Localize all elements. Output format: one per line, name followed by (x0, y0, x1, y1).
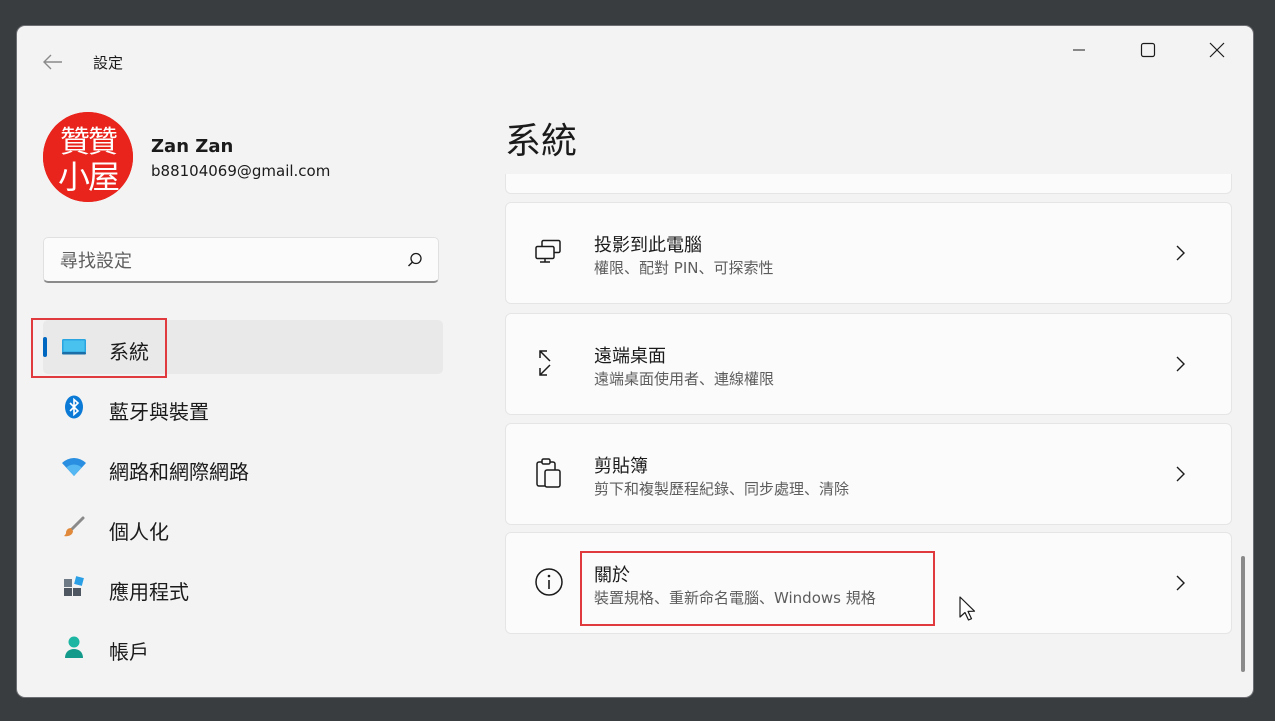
app-title: 設定 (93, 54, 124, 72)
mouse-cursor-icon (959, 596, 976, 621)
previous-card-edge (505, 174, 1232, 194)
sidebar-item-network[interactable]: 網路和網際網路 (43, 440, 443, 494)
user-name: Zan Zan (151, 136, 234, 157)
svg-text:贊贊: 贊贊 (60, 125, 117, 160)
card-remote-desktop[interactable]: 遠端桌面 遠端桌面使用者、連線權限 (505, 313, 1232, 415)
card-title: 遠端桌面 (594, 346, 666, 367)
person-icon (61, 635, 87, 659)
sidebar-item-label: 個人化 (109, 520, 169, 544)
scrollbar[interactable] (1241, 556, 1245, 672)
sidebar-item-bluetooth[interactable]: 藍牙與裝置 (43, 380, 443, 434)
card-subtitle: 剪下和複製歷程紀錄、同步處理、清除 (594, 480, 850, 498)
back-button[interactable] (39, 48, 67, 76)
minimize-icon (1073, 49, 1085, 51)
chevron-right-icon (1170, 354, 1190, 374)
chevron-right-icon (1170, 243, 1190, 263)
sidebar-item-label: 應用程式 (109, 580, 189, 604)
svg-text:小屋: 小屋 (58, 158, 119, 196)
paintbrush-icon (61, 515, 87, 539)
sidebar-item-label: 藍牙與裝置 (109, 400, 209, 424)
chevron-right-icon (1170, 573, 1190, 593)
sidebar-item-label: 網路和網際網路 (109, 460, 249, 484)
bluetooth-icon (61, 395, 87, 419)
highlight-box-system (31, 318, 167, 378)
user-email: b88104069@gmail.com (151, 162, 331, 180)
card-clipboard[interactable]: 剪貼簿 剪下和複製歷程紀錄、同步處理、清除 (505, 423, 1232, 525)
search-icon[interactable] (406, 251, 424, 269)
projection-icon (534, 237, 564, 267)
card-subtitle: 權限、配對 PIN、可探索性 (594, 259, 774, 277)
maximize-icon (1140, 42, 1156, 58)
page-title: 系統 (505, 121, 578, 162)
arrow-left-icon (43, 54, 62, 70)
card-subtitle: 遠端桌面使用者、連線權限 (594, 370, 775, 388)
sidebar-item-apps[interactable]: 應用程式 (43, 560, 443, 614)
close-icon (1209, 42, 1225, 58)
card-project-to-pc[interactable]: 投影到此電腦 權限、配對 PIN、可探索性 (505, 202, 1232, 304)
avatar[interactable]: 贊贊 小屋 (43, 112, 133, 202)
minimize-button[interactable] (1056, 34, 1102, 66)
chevron-right-icon (1170, 464, 1190, 484)
info-icon (534, 567, 564, 597)
remote-desktop-icon (534, 348, 564, 378)
sidebar-item-label: 帳戶 (109, 640, 149, 664)
search-box[interactable] (43, 237, 439, 283)
apps-icon (61, 575, 87, 599)
card-title: 投影到此電腦 (594, 235, 702, 256)
wifi-icon (61, 455, 87, 479)
highlight-box-about (580, 551, 935, 626)
card-title: 剪貼簿 (594, 456, 648, 477)
search-input[interactable] (58, 248, 382, 274)
clipboard-icon (534, 458, 564, 488)
sidebar-item-accounts[interactable]: 帳戶 (43, 620, 443, 674)
maximize-button[interactable] (1125, 34, 1171, 66)
settings-window: 設定 贊贊 小屋 Zan Zan b88104069@gmail.com 系統 (17, 26, 1253, 697)
sidebar-item-personalization[interactable]: 個人化 (43, 500, 443, 554)
close-button[interactable] (1194, 34, 1240, 66)
